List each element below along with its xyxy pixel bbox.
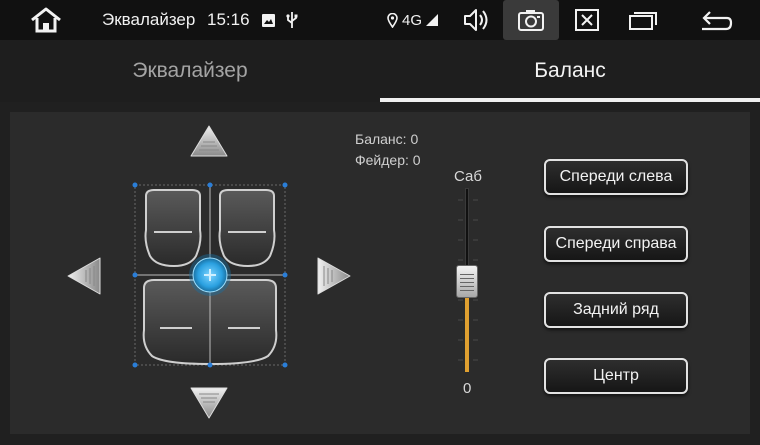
- close-app-button[interactable]: [572, 0, 602, 40]
- app-title: Эквалайзер: [102, 10, 196, 29]
- tab-equalizer[interactable]: Эквалайзер: [0, 40, 380, 102]
- front-right-button[interactable]: Спереди справа: [544, 226, 688, 262]
- balance-knob[interactable]: [189, 254, 231, 296]
- fader-readout: Фейдер: 0: [355, 152, 421, 168]
- center-button[interactable]: Центр: [544, 358, 688, 394]
- image-icon: [262, 0, 275, 40]
- location-icon: [387, 0, 398, 40]
- fader-front-arrow-icon[interactable]: [189, 124, 229, 158]
- subwoofer-label: Саб: [454, 168, 482, 185]
- front-left-button[interactable]: Спереди слева: [544, 159, 688, 195]
- balance-fader-pad[interactable]: [130, 180, 292, 372]
- subwoofer-value: 0: [463, 380, 472, 397]
- volume-button[interactable]: [462, 0, 492, 40]
- camera-icon: [518, 10, 544, 31]
- balance-readout: Баланс: 0: [355, 131, 419, 147]
- active-tab-indicator: [380, 98, 760, 102]
- screenshot-button[interactable]: [503, 0, 559, 40]
- rear-row-button[interactable]: Задний ряд: [544, 292, 688, 328]
- seat-front-left-icon: [144, 189, 202, 268]
- back-icon: [702, 11, 733, 31]
- network-type: 4G: [402, 11, 423, 29]
- tab-balance[interactable]: Баланс: [380, 40, 760, 102]
- home-icon: [31, 7, 61, 33]
- fader-rear-arrow-icon[interactable]: [189, 386, 229, 420]
- volume-icon: [464, 9, 488, 31]
- seat-front-right-icon: [218, 189, 276, 268]
- clock: 15:16: [207, 10, 250, 29]
- home-button[interactable]: [26, 0, 66, 40]
- windows-icon: [629, 12, 657, 30]
- balance-right-arrow-icon[interactable]: [316, 256, 352, 296]
- balance-left-arrow-icon[interactable]: [66, 256, 102, 296]
- close-box-icon: [575, 9, 599, 31]
- status-bar: Эквалайзер 15:16 4G: [0, 0, 760, 40]
- recent-apps-button[interactable]: [626, 0, 660, 40]
- signal-icon: [426, 0, 438, 40]
- back-button[interactable]: [696, 0, 736, 40]
- tab-bar: Эквалайзер Баланс: [0, 40, 760, 102]
- usb-icon: [286, 0, 298, 40]
- subwoofer-slider-thumb[interactable]: [456, 265, 478, 298]
